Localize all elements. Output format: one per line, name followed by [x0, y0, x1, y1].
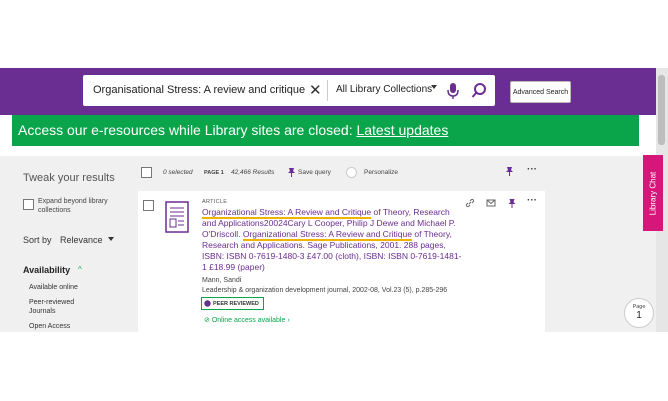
- library-chat-button[interactable]: Library Chat: [643, 155, 663, 231]
- scope-select[interactable]: All Library Collections: [336, 84, 432, 95]
- more-options-icon[interactable]: ···: [527, 164, 537, 175]
- result-checkbox[interactable]: [143, 200, 154, 211]
- search-input[interactable]: Organisational Stress: A review and crit…: [93, 84, 305, 96]
- close-icon[interactable]: ✕: [309, 81, 322, 99]
- banner-text: Access our e-resources while Library sit…: [18, 122, 357, 138]
- expand-label: Expand beyond library collections: [38, 198, 108, 214]
- document-icon: [165, 201, 189, 233]
- email-icon[interactable]: [486, 198, 496, 208]
- latest-updates-link[interactable]: Latest updates: [356, 122, 448, 138]
- online-access-link[interactable]: ⊘ Online access available ›: [204, 316, 290, 324]
- search-divider: [327, 80, 328, 101]
- facet-peer-reviewed[interactable]: Peer-reviewed Journals: [29, 298, 89, 316]
- microphone-icon[interactable]: [445, 82, 461, 100]
- sort-label: Sort by: [23, 235, 52, 245]
- availability-heading[interactable]: Availability: [23, 265, 70, 275]
- peer-reviewed-badge: PEER REVIEWED: [201, 297, 264, 310]
- pin-icon[interactable]: [505, 166, 514, 176]
- peer-reviewed-label: PEER REVIEWED: [213, 300, 259, 307]
- peer-reviewed-icon: [204, 300, 211, 307]
- personalize-toggle[interactable]: [346, 167, 357, 178]
- result-author: Mann, Sandi: [202, 277, 242, 284]
- chevron-up-icon[interactable]: ^: [78, 265, 82, 274]
- search-icon[interactable]: [471, 82, 487, 100]
- search-box[interactable]: Organisational Stress: A review and crit…: [83, 75, 495, 106]
- page-number: PAGE 1: [204, 170, 224, 176]
- advanced-search-button[interactable]: Advanced Search: [510, 81, 571, 103]
- facet-open-access[interactable]: Open Access: [29, 322, 119, 331]
- chevron-right-icon: ›: [287, 317, 290, 324]
- chevron-down-icon[interactable]: [431, 85, 437, 89]
- sidebar-heading: Tweak your results: [23, 172, 115, 184]
- select-all-checkbox[interactable]: [141, 167, 152, 178]
- chevron-down-icon[interactable]: [108, 237, 114, 241]
- facet-available-online[interactable]: Available online: [29, 283, 119, 292]
- result-title[interactable]: Organizational Stress: A Review and Crit…: [202, 207, 464, 273]
- more-options-icon[interactable]: ···: [527, 195, 537, 206]
- link-icon[interactable]: [465, 198, 475, 208]
- selected-count: 0 selected: [163, 169, 193, 176]
- online-access-label: Online access available: [211, 317, 286, 324]
- link-icon: ⊘: [204, 317, 210, 324]
- personalize-label: Personalize: [364, 169, 398, 176]
- library-chat-label: Library Chat: [648, 171, 658, 215]
- results-count: 42,466 Results: [231, 169, 275, 176]
- sort-select[interactable]: Relevance: [60, 235, 103, 245]
- result-type: ARTICLE: [202, 199, 228, 205]
- save-query-button[interactable]: Save query: [298, 169, 331, 176]
- expand-checkbox[interactable]: [23, 199, 34, 210]
- scrollbar-thumb[interactable]: [658, 75, 665, 145]
- page-indicator: Page 1: [624, 298, 654, 328]
- notice-banner: Access our e-resources while Library sit…: [12, 115, 639, 146]
- pin-icon[interactable]: [287, 167, 296, 177]
- result-journal: Leadership & organization development jo…: [202, 287, 448, 294]
- page-indicator-number: 1: [636, 310, 642, 321]
- pin-icon[interactable]: [507, 198, 517, 208]
